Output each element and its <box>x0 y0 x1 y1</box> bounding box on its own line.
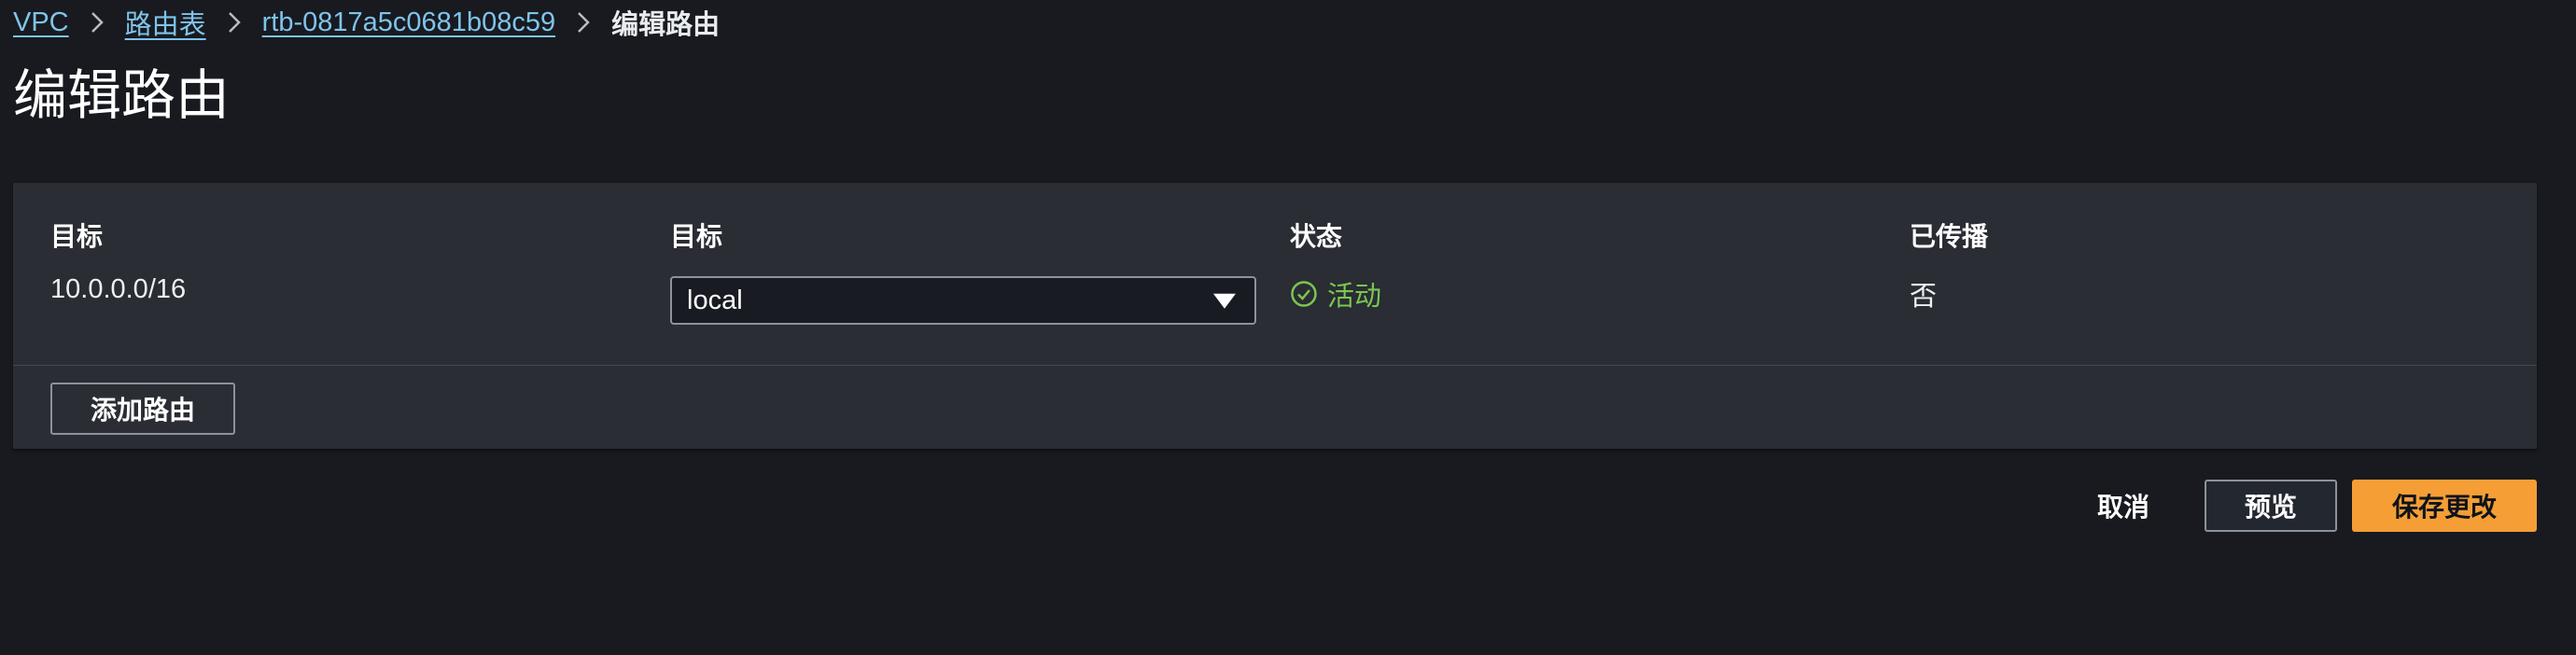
breadcrumb-current: 编辑路由 <box>611 10 721 40</box>
routes-panel: 目标 目标 状态 已传播 10.0.0.0/16 local 活动 否 添加路由 <box>13 183 2537 449</box>
chevron-right-icon <box>206 10 262 35</box>
breadcrumb-vpc-link[interactable]: VPC <box>13 7 69 38</box>
breadcrumb-route-table-id-link[interactable]: rtb-0817a5c0681b08c59 <box>262 7 555 38</box>
target-select[interactable]: local <box>670 276 1256 325</box>
column-header-status: 状态 <box>1290 222 1343 251</box>
column-header-destination: 目标 <box>50 222 104 251</box>
cancel-button[interactable]: 取消 <box>2076 480 2171 532</box>
chevron-right-icon <box>69 10 125 35</box>
add-route-button[interactable]: 添加路由 <box>50 383 235 435</box>
divider <box>13 365 2537 366</box>
column-header-target: 目标 <box>670 222 723 251</box>
caret-down-icon <box>1213 293 1236 309</box>
route-destination-cell: 10.0.0.0/16 <box>50 274 187 304</box>
column-header-propagated: 已传播 <box>1910 222 1989 251</box>
check-circle-icon <box>1291 281 1317 307</box>
breadcrumb: VPC 路由表 rtb-0817a5c0681b08c59 编辑路由 <box>13 4 720 41</box>
page-title: 编辑路由 <box>13 65 231 126</box>
preview-button[interactable]: 预览 <box>2205 480 2337 532</box>
save-changes-button[interactable]: 保存更改 <box>2352 480 2537 532</box>
route-propagated-cell: 否 <box>1910 282 1938 312</box>
status-badge: 活动 <box>1290 274 1381 314</box>
chevron-right-icon <box>555 10 611 35</box>
status-label: 活动 <box>1327 282 1382 312</box>
target-select-value: local <box>687 285 743 315</box>
breadcrumb-route-tables-link[interactable]: 路由表 <box>125 3 206 42</box>
